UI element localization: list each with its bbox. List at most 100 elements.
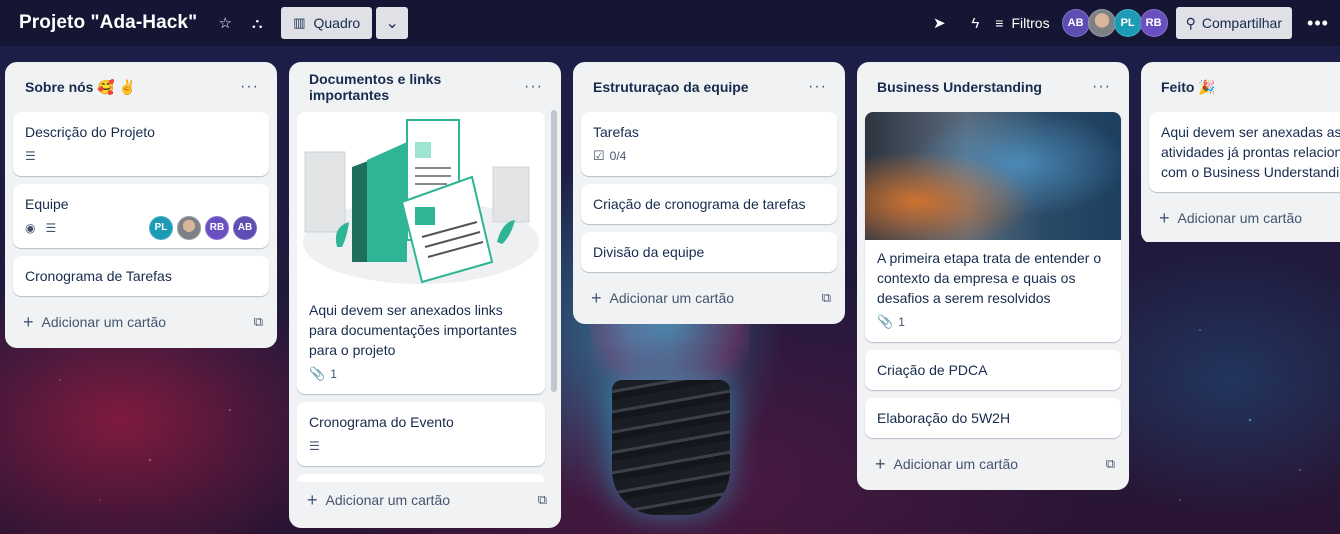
add-card-button[interactable]: + Adicionar um cartão (23, 312, 166, 333)
add-card-button[interactable]: + Adicionar um cartão (875, 454, 1018, 475)
background-bulb-base (612, 380, 730, 515)
list-header[interactable]: Documentos e links importantes ··· (297, 62, 553, 112)
plus-icon: + (23, 311, 34, 332)
add-card-row: + Adicionar um cartão ⧉ (865, 446, 1121, 482)
plus-icon: + (307, 489, 318, 510)
template-icon[interactable]: ⧉ (538, 492, 547, 508)
board-view-button[interactable]: ▥ Quadro (281, 7, 373, 39)
filters-button[interactable]: ≡ Filtros (995, 15, 1049, 31)
add-card-label: Adicionar um cartão (41, 314, 167, 330)
card[interactable]: Aqui devem ser anexadas as atividades já… (1149, 112, 1340, 192)
board-view-label: Quadro (313, 15, 361, 31)
board-icon: ▥ (293, 15, 306, 30)
card[interactable]: Elaboração do 5W2H (865, 398, 1121, 438)
list-menu-icon[interactable]: ··· (1092, 78, 1111, 96)
card[interactable]: Tarefas ☑ 0/4 (581, 112, 837, 176)
description-icon: ☰ (45, 221, 57, 235)
checklist-badge: ☑ 0/4 (593, 146, 626, 166)
card-title: Descrição do Projeto (25, 124, 155, 140)
list-cards-scroll[interactable]: Aqui devem ser anexados links para docum… (297, 112, 553, 482)
add-card-row: + Adicionar um cartão ⧉ (13, 304, 269, 340)
card[interactable]: Criação de PDCA (865, 350, 1121, 390)
list-title[interactable]: Documentos e links importantes (309, 71, 524, 103)
add-card-row: + Adicionar um cartão ⧉ (581, 280, 837, 316)
card[interactable]: Criação de cronograma de tarefas (581, 184, 837, 224)
list-header[interactable]: Estruturaçao da equipe ··· (581, 62, 837, 112)
avatar-photo[interactable] (177, 216, 201, 240)
add-card-row: + Adicionar um cartão ⧉ (297, 482, 553, 518)
avatar[interactable]: RB (1139, 9, 1168, 37)
list: Business Understanding ··· A primeira et… (857, 62, 1129, 490)
card-title: Cronograma do Evento (309, 414, 454, 430)
watch-icon: ◉ (25, 221, 36, 235)
template-icon[interactable]: ⧉ (1106, 456, 1115, 472)
template-icon[interactable]: ⧉ (822, 290, 831, 306)
automation-icon[interactable]: ϟ (961, 9, 989, 37)
power-ups-icon[interactable]: ➤ (925, 9, 953, 37)
list-title[interactable]: Sobre nós 🥰 ✌️ (25, 79, 136, 96)
avatar[interactable]: PL (149, 216, 173, 240)
card-badges: 📎 1 (877, 312, 1109, 332)
add-card-label: Adicionar um cartão (609, 290, 735, 306)
card[interactable]: A primeira etapa trata de entender o con… (865, 112, 1121, 342)
card-title: Criação de PDCA (877, 362, 988, 378)
plus-icon: + (591, 287, 602, 308)
list-menu-icon[interactable]: ··· (240, 78, 259, 96)
add-card-button[interactable]: + Adicionar um cartão (591, 288, 734, 309)
list-header[interactable]: Business Understanding ··· (865, 62, 1121, 112)
avatar[interactable]: AB (1061, 9, 1090, 37)
card-title: Cronograma de Tarefas (25, 268, 172, 284)
board-header: Projeto "Ada-Hack" ☆ ⛬ ▥ Quadro ⌄ ➤ ϟ ≡ … (0, 0, 1340, 46)
list-title[interactable]: Feito 🎉 (1161, 79, 1216, 96)
list-title[interactable]: Business Understanding (877, 79, 1042, 95)
card[interactable]: Descrição do Projeto ☰ (13, 112, 269, 176)
card[interactable]: Cronograma de Tarefas (13, 256, 269, 296)
card-badges: ☰ (25, 146, 257, 166)
board-members: AB PL RB (1061, 9, 1168, 37)
card-cover-photo (865, 112, 1121, 240)
description-icon: ☰ (25, 149, 36, 163)
card-badges: ☑ 0/4 (593, 146, 825, 166)
avatar-photo[interactable] (1087, 9, 1116, 37)
card-title: Tarefas (593, 124, 639, 140)
add-card-label: Adicionar um cartão (1177, 210, 1303, 226)
card-partial[interactable] (297, 474, 545, 482)
header-right: ➤ ϟ ≡ Filtros AB PL RB ⚲ Compartilhar ••… (925, 0, 1340, 46)
card-title: A primeira etapa trata de entender o con… (877, 250, 1102, 306)
checkbox-icon: ☑ (593, 148, 605, 163)
more-icon[interactable]: ••• (1300, 7, 1336, 39)
template-icon[interactable]: ⧉ (254, 314, 263, 330)
list-menu-icon[interactable]: ··· (524, 78, 543, 96)
card-title: Aqui devem ser anexadas as atividades já… (1161, 124, 1340, 180)
avatar[interactable]: PL (1113, 9, 1142, 37)
checklist-count: 0/4 (609, 149, 627, 163)
filter-icon: ≡ (995, 15, 1004, 31)
attachment-count: 1 (898, 315, 905, 329)
star-icon[interactable]: ☆ (211, 9, 239, 37)
list-header[interactable]: Feito 🎉 (1149, 62, 1340, 112)
add-card-button[interactable]: + Adicionar um cartão (1159, 208, 1302, 229)
card-badges: ◉ ☰ PL RB AB (25, 216, 257, 240)
card-title: Equipe (25, 196, 69, 212)
list-header[interactable]: Sobre nós 🥰 ✌️ ··· (13, 62, 269, 112)
add-card-button[interactable]: + Adicionar um cartão (307, 490, 450, 511)
view-dropdown-button[interactable]: ⌄ (376, 7, 409, 39)
attachment-badge: 📎 1 (309, 364, 337, 384)
card[interactable]: Equipe ◉ ☰ PL RB AB (13, 184, 269, 248)
workspace-visibility-icon[interactable]: ⛬ (243, 9, 271, 37)
share-button[interactable]: ⚲ Compartilhar (1175, 7, 1292, 39)
avatar[interactable]: AB (233, 216, 257, 240)
list: Feito 🎉 Aqui devem ser anexadas as ativi… (1141, 62, 1340, 242)
card[interactable]: Cronograma do Evento ☰ (297, 402, 545, 466)
list-menu-icon[interactable]: ··· (808, 78, 827, 96)
card[interactable]: Divisão da equipe (581, 232, 837, 272)
list-scrollbar[interactable] (551, 110, 557, 392)
list-title[interactable]: Estruturaçao da equipe (593, 79, 749, 95)
card-title: Elaboração do 5W2H (877, 410, 1011, 426)
card[interactable]: Aqui devem ser anexados links para docum… (297, 112, 545, 394)
filters-label: Filtros (1011, 15, 1050, 31)
board-title[interactable]: Projeto "Ada-Hack" (19, 12, 197, 34)
add-card-row: + Adicionar um cartão (1149, 200, 1340, 236)
add-person-icon: ⚲ (1185, 14, 1196, 31)
avatar[interactable]: RB (205, 216, 229, 240)
